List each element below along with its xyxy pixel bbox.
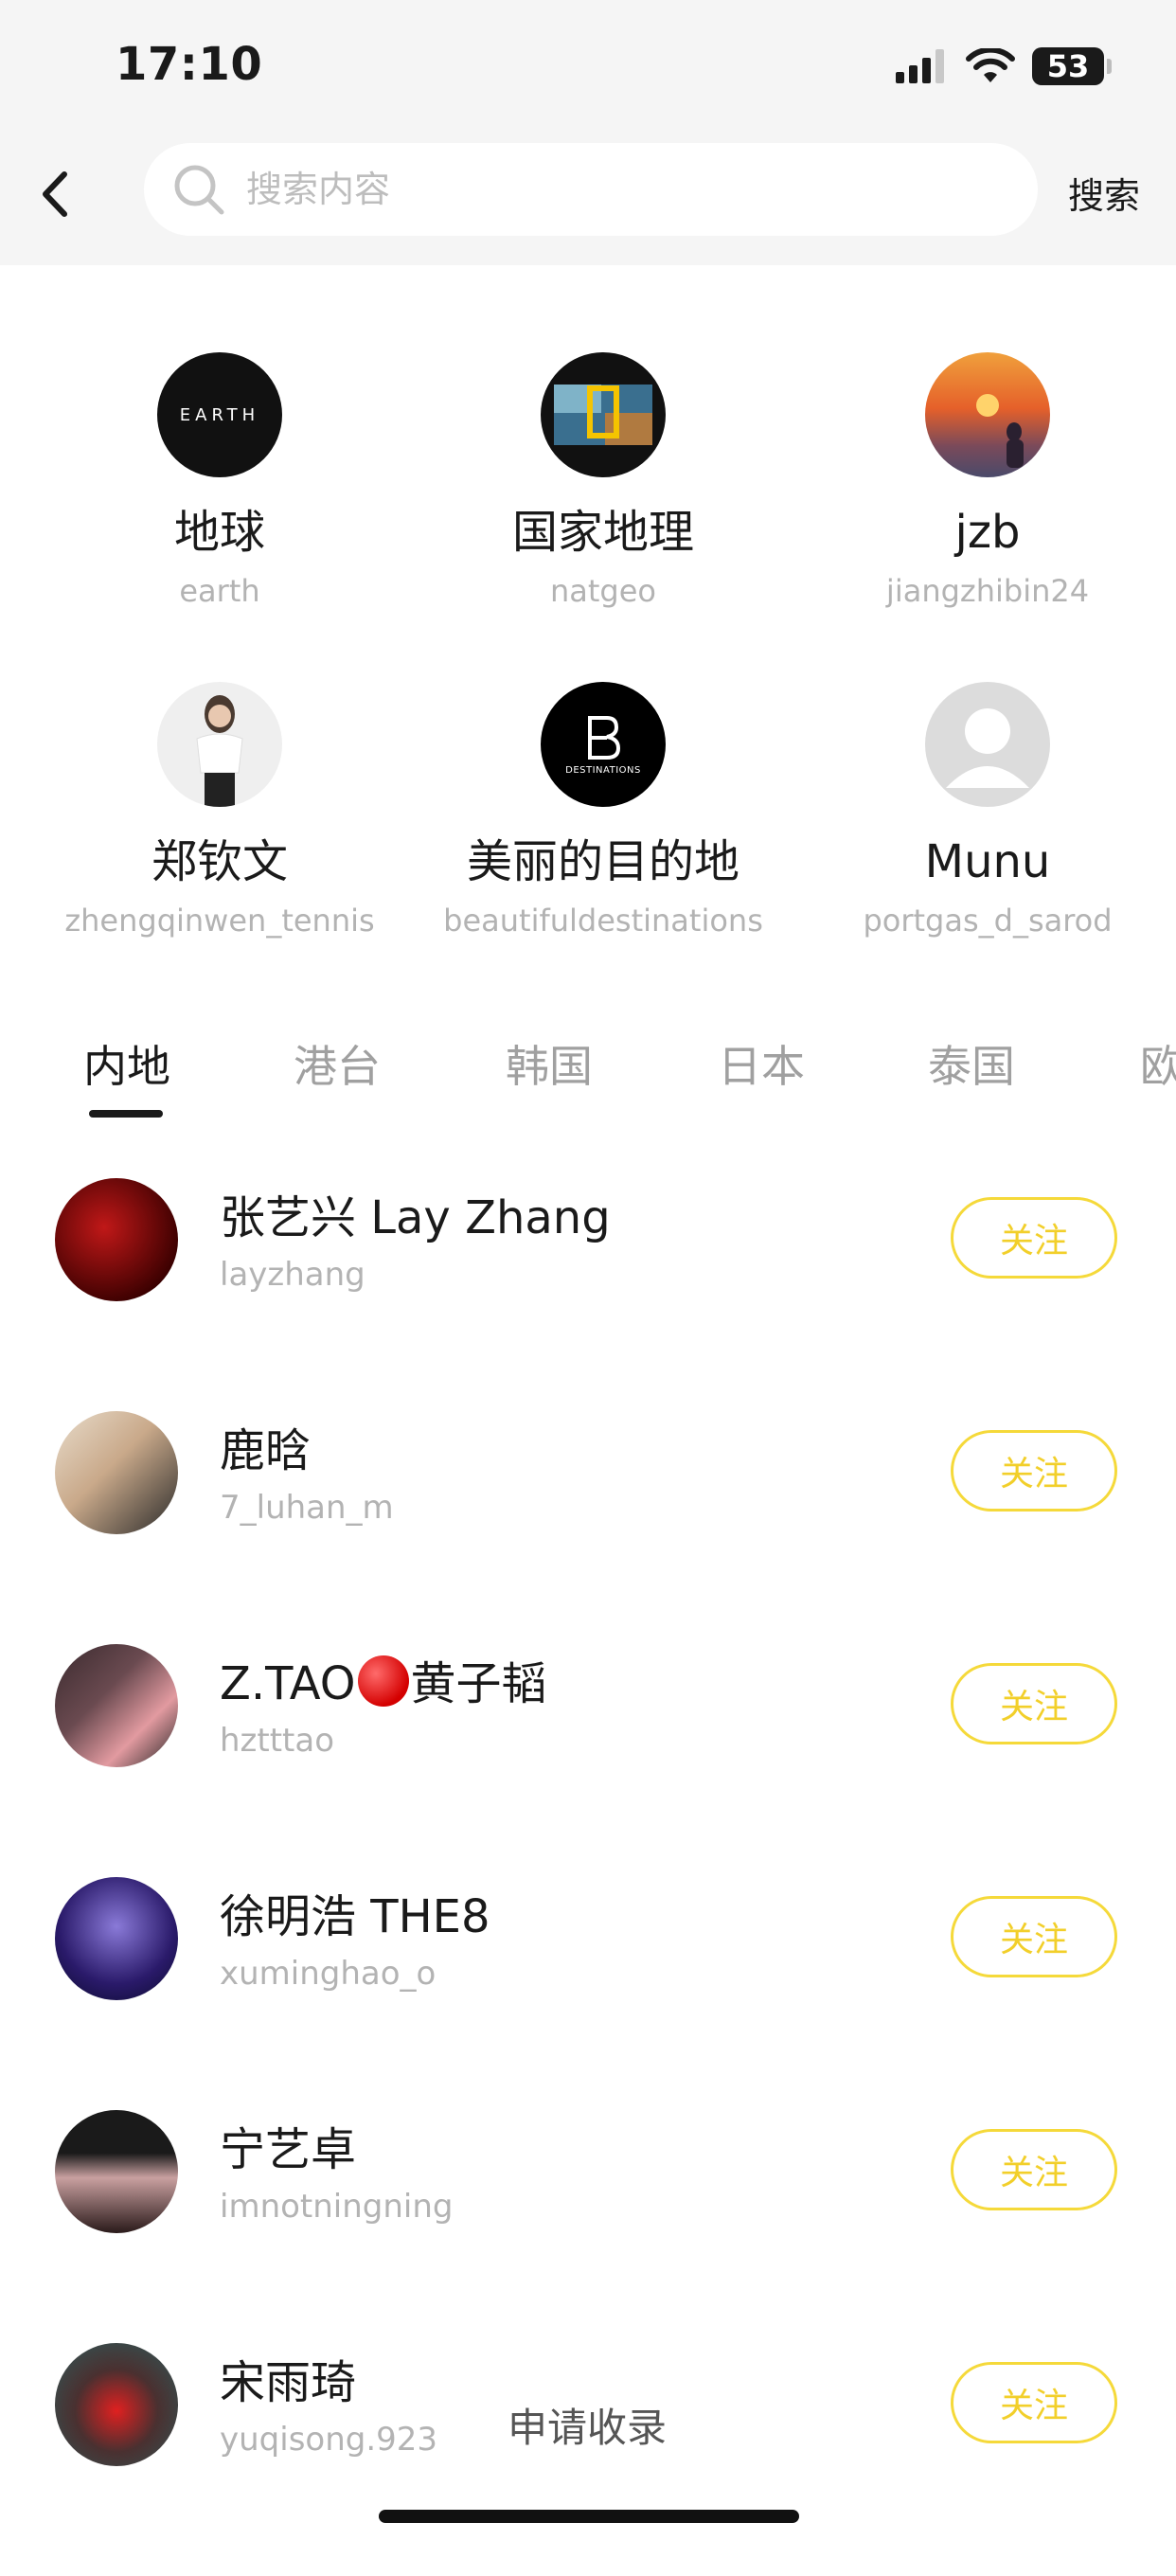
search-box[interactable] [144,143,1038,236]
featured-name: 地球 [173,506,265,559]
follow-button[interactable]: 关注 [951,2129,1117,2210]
featured-account[interactable]: jzb jiangzhibin24 [798,352,1176,610]
search-input[interactable] [244,168,987,211]
avatar: EARTH [157,352,282,477]
account-handle: xuminghao_o [220,1955,437,1993]
tab-mainland[interactable]: 内地 [83,1032,170,1095]
avatar [55,1877,178,2000]
featured-account[interactable]: 国家地理 natgeo [414,352,793,610]
destinations-logo-icon [588,715,621,760]
avatar [55,1411,178,1534]
follow-button[interactable]: 关注 [951,1430,1117,1512]
account-name-prefix: Z.TAO [220,1657,356,1710]
tab-japan[interactable]: 日本 [718,1032,805,1095]
account-handle: hztttao [220,1722,335,1760]
search-icon [172,163,225,216]
avatar: DESTINATIONS [541,682,666,807]
wifi-icon [966,48,1015,82]
featured-handle: earth [179,573,260,609]
account-name: 宁艺卓 [220,2123,357,2176]
follow-button[interactable]: 关注 [951,2362,1117,2443]
follow-button[interactable]: 关注 [951,1896,1117,1977]
active-tab-indicator [89,1110,163,1118]
chevron-left-icon [43,171,67,217]
featured-account[interactable]: 郑钦文 zhengqinwen_tennis [30,682,409,939]
tab-europe[interactable]: 欧 [1140,1032,1176,1095]
default-avatar-icon [946,708,1029,788]
account-name: 鹿晗 [220,1424,312,1477]
red-circle-emoji-icon [357,1655,409,1707]
featured-account[interactable]: DESTINATIONS 美丽的目的地 beautifuldestination… [414,682,793,939]
account-name: 徐明浩 THE8 [220,1890,490,1943]
avatar [925,682,1050,807]
tab-hk-tw[interactable]: 港台 [294,1032,381,1095]
featured-handle: beautifuldestinations [443,903,763,939]
featured-handle: zhengqinwen_tennis [64,903,375,939]
search-button[interactable]: 搜索 [1068,167,1140,219]
signal-icon [896,49,944,83]
account-handle: layzhang [220,1256,365,1294]
list-item[interactable]: 鹿晗 7_luhan_m 关注 [0,1411,1176,1644]
featured-account[interactable]: Munu portgas_d_sarod [798,682,1176,939]
avatar [55,1644,178,1767]
account-name: 宋雨琦 [220,2356,357,2409]
natgeo-logo-icon [554,385,652,445]
featured-name: jzb [954,506,1021,559]
list-item[interactable]: 徐明浩 THE8 xuminghao_o 关注 [0,1877,1176,2110]
back-button[interactable] [21,161,87,227]
avatar [55,1178,178,1301]
list-item[interactable]: 宁艺卓 imnotningning 关注 [0,2110,1176,2343]
person-silhouette-icon [976,394,1024,468]
home-indicator [379,2510,799,2523]
featured-handle: portgas_d_sarod [863,903,1113,939]
battery-icon: 53 [1032,47,1112,85]
follow-button[interactable]: 关注 [951,1197,1117,1279]
region-tabs: 内地 港台 韩国 日本 泰国 欧 [0,1032,1176,1118]
avatar [55,2343,178,2466]
account-name: 张艺兴 Lay Zhang [220,1191,611,1244]
tab-korea[interactable]: 韩国 [506,1032,593,1095]
list-item[interactable]: Z.TAO 黄子韬 hztttao 关注 [0,1644,1176,1877]
status-icons: 53 [896,42,1112,91]
avatar [157,682,282,807]
avatar-label: DESTINATIONS [565,764,641,776]
featured-handle: jiangzhibin24 [885,573,1090,609]
featured-name: 郑钦文 [151,835,288,888]
account-handle: yuqisong.923 [220,2421,438,2459]
featured-name: 国家地理 [511,506,694,559]
avatar [925,352,1050,477]
list-item[interactable]: 宋雨琦 yuqisong.923 关注 [0,2343,1176,2576]
avatar [55,2110,178,2233]
account-handle: 7_luhan_m [220,1489,394,1527]
avatar-label: EARTH [179,404,260,425]
avatar [541,352,666,477]
status-time: 17:10 [116,38,263,91]
account-handle: imnotningning [220,2188,454,2226]
tab-thailand[interactable]: 泰国 [928,1032,1015,1095]
featured-name: 美丽的目的地 [466,835,739,888]
featured-handle: natgeo [549,573,656,609]
list-item[interactable]: 张艺兴 Lay Zhang layzhang 关注 [0,1178,1176,1411]
account-name: Z.TAO 黄子韬 [220,1646,547,1712]
featured-name: Munu [924,835,1051,888]
follow-button[interactable]: 关注 [951,1663,1117,1744]
person-photo-icon [196,695,243,807]
apply-listing-button[interactable]: 申请收录 [508,2396,667,2454]
featured-account[interactable]: EARTH 地球 earth [30,352,409,610]
account-name-suffix: 黄子韬 [410,1657,547,1710]
